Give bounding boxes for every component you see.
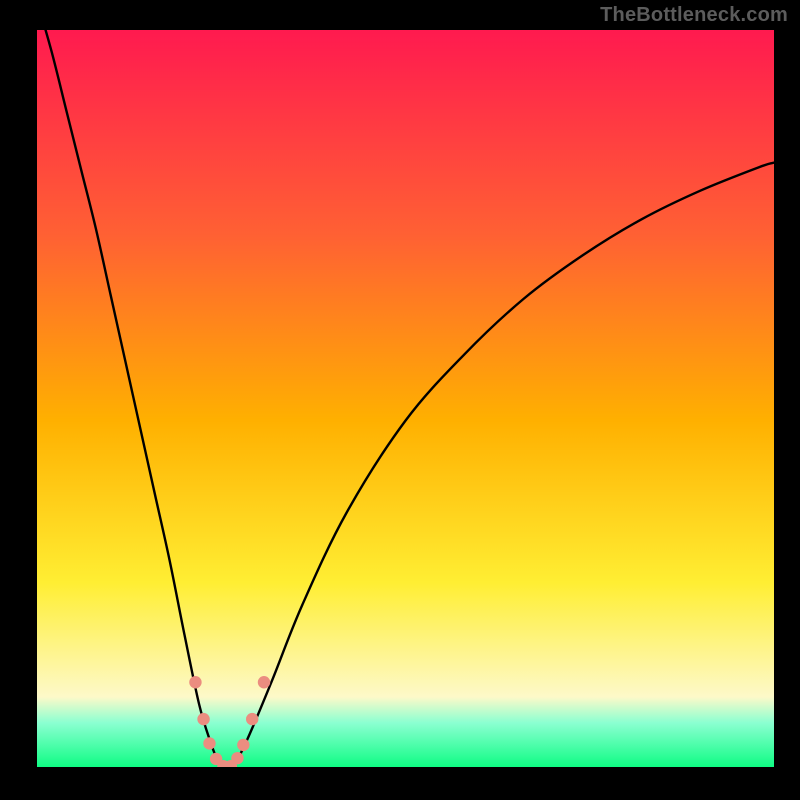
gradient-background: [37, 30, 774, 767]
chart-frame: TheBottleneck.com: [0, 0, 800, 800]
bottleneck-marker: [231, 752, 243, 764]
plot-area: [37, 30, 774, 767]
chart-svg: [37, 30, 774, 767]
bottleneck-marker: [197, 713, 209, 725]
bottleneck-marker: [189, 676, 201, 688]
bottleneck-marker: [246, 713, 258, 725]
bottleneck-marker: [237, 739, 249, 751]
bottleneck-marker: [203, 737, 215, 749]
bottleneck-marker: [258, 676, 270, 688]
watermark-text: TheBottleneck.com: [600, 4, 788, 27]
